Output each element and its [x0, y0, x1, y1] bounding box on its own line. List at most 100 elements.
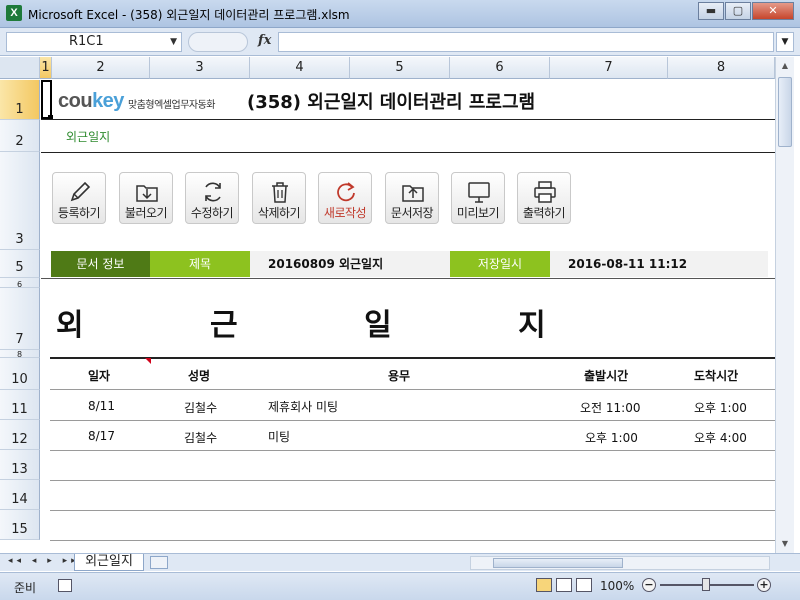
divider [41, 152, 775, 153]
trash-icon [272, 182, 288, 203]
zoom-out-button[interactable]: − [642, 578, 656, 592]
zoom-level[interactable]: 100% [600, 579, 634, 593]
comment-indicator [145, 358, 151, 364]
table-cell-name[interactable]: 김철수 [184, 399, 217, 416]
row-header-6[interactable]: 6 [0, 278, 40, 289]
column-header-2[interactable]: 2 [52, 57, 150, 79]
row-header-12[interactable]: 12 [0, 420, 40, 450]
row-header-11[interactable]: 11 [0, 390, 40, 420]
form-title: 외 근 일 지 [56, 308, 584, 343]
row-header-1[interactable]: 1 [0, 80, 40, 120]
vertical-scrollbar[interactable]: ▲ ▼ [775, 57, 794, 553]
row-header-10[interactable]: 10 [0, 358, 40, 390]
view-buttons [536, 578, 596, 592]
table-row-border [50, 480, 775, 481]
column-header-5[interactable]: 5 [350, 57, 450, 79]
row-header-15[interactable]: 15 [0, 510, 40, 540]
scroll-down-icon[interactable]: ▼ [776, 535, 794, 553]
delete-button[interactable]: 삭제하기 [252, 172, 306, 224]
table-cell-departure[interactable]: 오전 11:00 [580, 399, 640, 416]
logo-tagline: 맞춤형엑셀업무자동화 [128, 100, 216, 111]
select-all-corner[interactable] [0, 57, 40, 79]
column-header-6[interactable]: 6 [450, 57, 550, 79]
scroll-up-icon[interactable]: ▲ [776, 57, 794, 75]
table-header-purpose: 용무 [388, 369, 411, 383]
table-row-border [50, 389, 775, 390]
formula-buttons[interactable] [188, 32, 248, 52]
active-cell[interactable] [41, 80, 52, 119]
save-document-button-label: 문서저장 [390, 206, 434, 220]
macro-record-icon[interactable] [58, 579, 72, 592]
normal-view-icon[interactable] [536, 578, 552, 592]
edit-button-label: 수정하기 [190, 206, 234, 220]
new-document-button[interactable]: 새로작성 [318, 172, 372, 224]
zoom-slider-thumb[interactable] [702, 578, 710, 591]
save-document-button[interactable]: 문서저장 [385, 172, 439, 224]
row-header-2[interactable]: 2 [0, 120, 40, 152]
saved-at-value[interactable]: 2016-08-11 11:12 [550, 251, 768, 277]
page-layout-view-icon[interactable] [556, 578, 572, 592]
load-button[interactable]: 불러오기 [119, 172, 173, 224]
vertical-scroll-thumb[interactable] [778, 77, 792, 147]
table-cell-purpose[interactable]: 제휴회사 미팅 [268, 398, 338, 415]
column-header-4[interactable]: 4 [250, 57, 350, 79]
delete-button-label: 삭제하기 [257, 206, 301, 220]
preview-button[interactable]: 미리보기 [451, 172, 505, 224]
column-header-1[interactable]: 1 [40, 57, 52, 79]
name-box[interactable]: R1C1 ▼ [6, 32, 182, 52]
minimize-button[interactable]: ▬ [698, 2, 724, 20]
table-row-border [50, 510, 775, 511]
table-cell-date[interactable]: 8/17 [88, 429, 115, 443]
page-break-view-icon[interactable] [576, 578, 592, 592]
table-cell-date[interactable]: 8/11 [88, 399, 115, 413]
register-button-label: 등록하기 [57, 206, 101, 220]
row-header-13[interactable]: 13 [0, 450, 40, 480]
row-header-5[interactable]: 5 [0, 250, 40, 278]
page-title: (358) 외근일지 데이터관리 프로그램 [247, 92, 536, 113]
sheet-nav-arrows[interactable]: ◂◂ ◂ ▸ ▸▸ [8, 556, 80, 566]
download-folder-icon [136, 185, 158, 202]
row-header-7[interactable]: 7 [0, 288, 40, 350]
register-button[interactable]: 등록하기 [52, 172, 106, 224]
chevron-down-icon[interactable]: ▼ [170, 33, 177, 51]
table-cell-arrival[interactable]: 오후 1:00 [694, 399, 747, 416]
table-cell-departure[interactable]: 오후 1:00 [585, 429, 638, 446]
refresh-icon [205, 182, 221, 202]
saved-at-label: 저장일시 [450, 251, 550, 277]
table-cell-arrival[interactable]: 오후 4:00 [694, 429, 747, 446]
window-controls: ▬ ▢ ✕ [697, 2, 794, 20]
excel-icon[interactable]: X [6, 5, 22, 21]
zoom-in-button[interactable]: + [757, 578, 771, 592]
column-header-3[interactable]: 3 [150, 57, 250, 79]
preview-button-label: 미리보기 [456, 206, 500, 220]
row-header-8[interactable]: 8 [0, 350, 40, 359]
close-button[interactable]: ✕ [752, 2, 794, 20]
formula-input[interactable] [278, 32, 774, 52]
table-cell-purpose[interactable]: 미팅 [268, 428, 290, 445]
expand-formula-icon[interactable]: ▼ [776, 32, 794, 52]
formula-bar: R1C1 ▼ fx ▼ [0, 28, 800, 56]
printer-icon [534, 181, 556, 203]
window-title: Microsoft Excel - (358) 외근일지 데이터관리 프로그램.… [28, 8, 350, 22]
insert-sheet-icon[interactable] [150, 556, 168, 569]
horizontal-scroll-thumb[interactable] [493, 558, 623, 568]
table-cell-name[interactable]: 김철수 [184, 429, 217, 446]
table-row-border [50, 450, 775, 451]
maximize-button[interactable]: ▢ [725, 2, 751, 20]
load-button-label: 불러오기 [124, 206, 168, 220]
row-header-3[interactable]: 3 [0, 152, 40, 250]
sheet-tab-active[interactable]: 외근일지 [74, 554, 144, 571]
row-header-14[interactable]: 14 [0, 480, 40, 510]
edit-button[interactable]: 수정하기 [185, 172, 239, 224]
print-button[interactable]: 출력하기 [517, 172, 571, 224]
title-bar: X Microsoft Excel - (358) 외근일지 데이터관리 프로그… [0, 0, 800, 28]
doc-title-label: 제목 [150, 251, 250, 277]
new-document-button-label: 새로작성 [323, 206, 367, 220]
horizontal-scrollbar[interactable] [470, 556, 770, 570]
doc-title-value[interactable]: 20160809 외근일지 [250, 251, 450, 277]
table-header-arrival: 도착시간 [694, 369, 739, 383]
divider [41, 278, 775, 279]
column-header-7[interactable]: 7 [550, 57, 668, 79]
insert-function-icon[interactable]: fx [258, 33, 271, 48]
column-header-8[interactable]: 8 [668, 57, 775, 79]
